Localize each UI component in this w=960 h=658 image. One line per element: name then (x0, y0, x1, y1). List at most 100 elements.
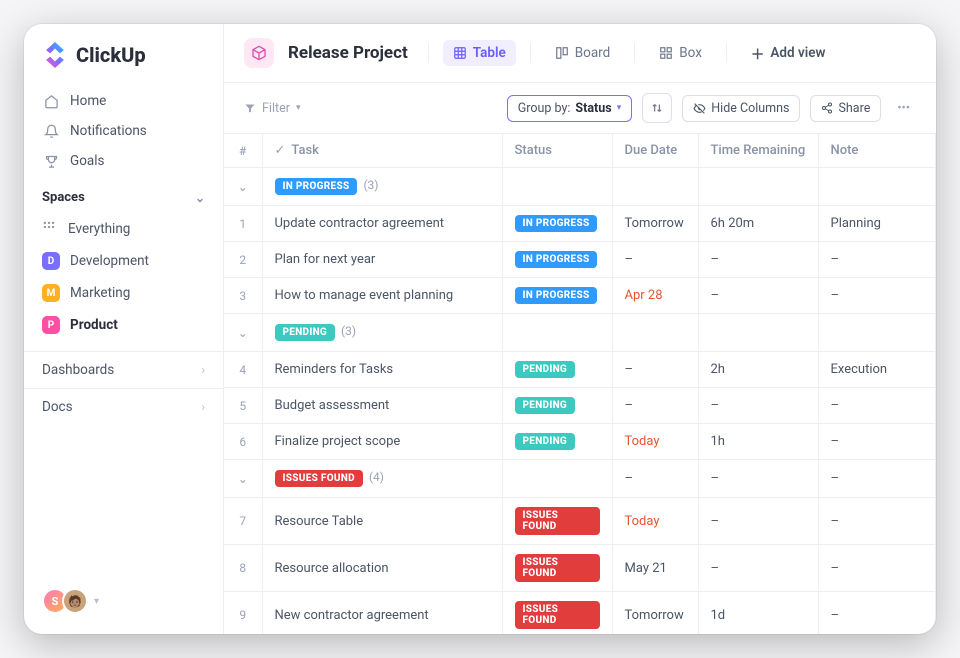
sort-button[interactable] (642, 93, 672, 123)
table-row[interactable]: 6Finalize project scopePENDINGToday1h– (224, 424, 936, 460)
due-date-cell[interactable]: Tomorrow (612, 592, 698, 635)
task-name-cell[interactable]: Resource allocation (262, 545, 502, 592)
filter-button[interactable]: Filter ▾ (244, 101, 300, 116)
view-tab-board[interactable]: Board (545, 40, 621, 66)
view-tab-box[interactable]: Box (649, 40, 712, 66)
add-view-button[interactable]: ＋ Add view (741, 38, 836, 68)
note-cell[interactable]: – (818, 498, 936, 545)
table-header-row: # ✓ Task Status Due Date Time Remaining … (224, 134, 936, 168)
table-row[interactable]: 7Resource TableISSUES FOUNDToday–– (224, 498, 936, 545)
status-cell[interactable]: ISSUES FOUND (502, 498, 612, 545)
time-remaining-cell[interactable]: – (698, 388, 818, 424)
hide-columns-button[interactable]: Hide Columns (682, 95, 800, 122)
sidebar-everything[interactable]: Everything (24, 213, 223, 245)
due-date-cell[interactable]: Today (612, 424, 698, 460)
time-remaining-cell[interactable]: – (698, 242, 818, 278)
table-row[interactable]: 9New contractor agreementISSUES FOUNDTom… (224, 592, 936, 635)
note-cell[interactable]: – (818, 242, 936, 278)
column-due-date[interactable]: Due Date (612, 134, 698, 168)
status-cell[interactable]: IN PROGRESS (502, 242, 612, 278)
table-row[interactable]: 2Plan for next yearIN PROGRESS––– (224, 242, 936, 278)
table-row[interactable]: 5Budget assessmentPENDING––– (224, 388, 936, 424)
avatar[interactable]: 🧑🏽 (62, 588, 88, 614)
task-name-cell[interactable]: Budget assessment (262, 388, 502, 424)
note-cell[interactable]: – (818, 424, 936, 460)
note-cell[interactable]: – (818, 388, 936, 424)
task-name-cell[interactable]: Resource Table (262, 498, 502, 545)
time-remaining-cell[interactable]: – (698, 278, 818, 314)
due-date-cell[interactable]: – (612, 242, 698, 278)
status-cell[interactable]: IN PROGRESS (502, 278, 612, 314)
column-note[interactable]: Note (818, 134, 936, 168)
note-cell[interactable]: – (818, 592, 936, 635)
spaces-header[interactable]: Spaces ⌄ (24, 176, 223, 213)
nav-goals[interactable]: Goals (32, 146, 215, 176)
more-button[interactable]: ••• (891, 97, 916, 120)
task-table-wrapper[interactable]: # ✓ Task Status Due Date Time Remaining … (224, 134, 936, 634)
table-row[interactable]: 1Update contractor agreementIN PROGRESST… (224, 206, 936, 242)
due-date-cell[interactable]: – (612, 352, 698, 388)
task-name-cell[interactable]: Reminders for Tasks (262, 352, 502, 388)
due-date-cell[interactable]: Apr 28 (612, 278, 698, 314)
group-header-row[interactable]: ⌄PENDING(3) (224, 314, 936, 352)
time-remaining-cell[interactable]: 6h 20m (698, 206, 818, 242)
due-date-cell[interactable]: – (612, 388, 698, 424)
table-row[interactable]: 8Resource allocationISSUES FOUNDMay 21–– (224, 545, 936, 592)
note-cell[interactable]: Planning (818, 206, 936, 242)
column-index[interactable]: # (224, 134, 262, 168)
note-cell[interactable]: Execution (818, 352, 936, 388)
status-cell[interactable]: ISSUES FOUND (502, 545, 612, 592)
share-button[interactable]: Share (810, 95, 881, 122)
nav-notifications[interactable]: Notifications (32, 116, 215, 146)
status-cell[interactable]: IN PROGRESS (502, 206, 612, 242)
space-label: Development (70, 253, 149, 269)
chevron-down-icon[interactable]: ⌄ (238, 326, 248, 340)
time-remaining-cell[interactable]: 1d (698, 592, 818, 635)
column-status[interactable]: Status (502, 134, 612, 168)
status-cell[interactable]: PENDING (502, 352, 612, 388)
group-header-row[interactable]: ⌄IN PROGRESS(3) (224, 168, 936, 206)
status-badge: PENDING (275, 324, 336, 341)
time-remaining-cell[interactable]: 1h (698, 424, 818, 460)
note-cell[interactable]: – (818, 545, 936, 592)
sidebar-space-marketing[interactable]: MMarketing (24, 277, 223, 309)
sidebar-docs[interactable]: Docs › (24, 388, 223, 425)
task-name-cell[interactable]: Plan for next year (262, 242, 502, 278)
status-badge: IN PROGRESS (515, 287, 598, 304)
column-time-remaining[interactable]: Time Remaining (698, 134, 818, 168)
time-remaining-cell[interactable]: – (698, 545, 818, 592)
due-date-cell[interactable]: May 21 (612, 545, 698, 592)
group-header-row[interactable]: ⌄ISSUES FOUND(4)––– (224, 460, 936, 498)
due-date-cell[interactable]: Tomorrow (612, 206, 698, 242)
cube-icon (251, 45, 267, 61)
status-cell[interactable]: ISSUES FOUND (502, 592, 612, 635)
brand-name: ClickUp (76, 43, 146, 67)
brand-logo[interactable]: ClickUp (24, 42, 223, 86)
caret-down-icon[interactable]: ▾ (94, 596, 99, 607)
status-cell[interactable]: PENDING (502, 424, 612, 460)
chevron-down-icon[interactable]: ⌄ (238, 472, 248, 486)
due-date-cell[interactable]: Today (612, 498, 698, 545)
table-row[interactable]: 4Reminders for TasksPENDING–2hExecution (224, 352, 936, 388)
task-name-cell[interactable]: How to manage event planning (262, 278, 502, 314)
view-tab-table[interactable]: Table (443, 40, 516, 66)
task-name-cell[interactable]: New contractor agreement (262, 592, 502, 635)
time-remaining-cell[interactable]: – (698, 498, 818, 545)
project-icon[interactable] (244, 38, 274, 68)
note-cell[interactable]: – (818, 278, 936, 314)
sidebar-dashboards[interactable]: Dashboards › (24, 351, 223, 388)
table-row[interactable]: 3How to manage event planningIN PROGRESS… (224, 278, 936, 314)
task-name-cell[interactable]: Update contractor agreement (262, 206, 502, 242)
caret-down-icon: ▾ (296, 103, 301, 113)
time-remaining-cell[interactable]: 2h (698, 352, 818, 388)
nav-home[interactable]: Home (32, 86, 215, 116)
status-cell[interactable]: PENDING (502, 388, 612, 424)
groupby-dropdown[interactable]: Group by: Status ▾ (507, 95, 632, 122)
avatar-stack[interactable]: S🧑🏽 (42, 588, 88, 614)
column-task[interactable]: ✓ Task (262, 134, 502, 168)
sidebar-space-development[interactable]: DDevelopment (24, 245, 223, 277)
chevron-down-icon[interactable]: ⌄ (238, 180, 248, 194)
status-badge: PENDING (515, 397, 576, 414)
sidebar-space-product[interactable]: PProduct (24, 309, 223, 341)
task-name-cell[interactable]: Finalize project scope (262, 424, 502, 460)
